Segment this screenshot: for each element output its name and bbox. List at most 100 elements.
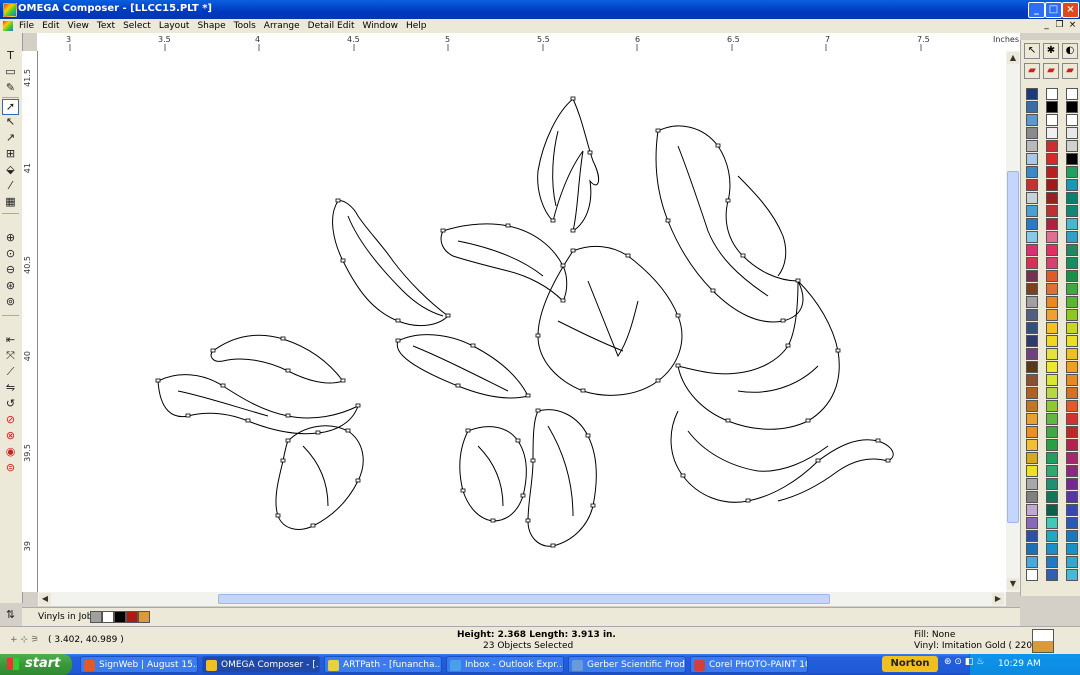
palette-swatch[interactable]: [1046, 88, 1058, 100]
text-tool-icon[interactable]: T: [3, 49, 18, 63]
palette-swatch[interactable]: [1026, 491, 1038, 503]
vinyl-swatch[interactable]: [138, 611, 150, 623]
grid-tool-icon[interactable]: ▦: [3, 195, 18, 209]
palette-swatch[interactable]: [1066, 387, 1078, 399]
doc-restore-icon[interactable]: ❐: [1054, 20, 1065, 31]
palette-swatch[interactable]: [1066, 517, 1078, 529]
palette-swatch[interactable]: [1026, 530, 1038, 542]
eyedropper-tool-icon[interactable]: ⁄: [3, 179, 18, 193]
palette-swatch[interactable]: [1026, 335, 1038, 347]
scroll-left-icon[interactable]: ◀: [39, 593, 51, 605]
palette-swatch[interactable]: [1026, 296, 1038, 308]
taskbar-button[interactable]: Corel PHOTO-PAINT 10: [690, 656, 808, 673]
scroll-up-icon[interactable]: ▲: [1007, 52, 1019, 64]
palette-swatch[interactable]: [1026, 361, 1038, 373]
palette-swatch[interactable]: [1026, 101, 1038, 113]
start-button[interactable]: start: [0, 654, 72, 675]
doc-close-icon[interactable]: ×: [1067, 20, 1078, 31]
palette-swatch[interactable]: [1066, 400, 1078, 412]
palette-swatch[interactable]: [1066, 114, 1078, 126]
palette-swatch[interactable]: [1066, 205, 1078, 217]
zoom-fit-icon[interactable]: ⊛: [3, 279, 18, 293]
palette-swatch[interactable]: [1046, 478, 1058, 490]
palette-swatch[interactable]: [1026, 257, 1038, 269]
horizontal-scroll-thumb[interactable]: [218, 594, 830, 604]
mirror-tool-icon[interactable]: ⇋: [3, 381, 18, 395]
palette-swatch[interactable]: [1066, 140, 1078, 152]
palette-swatch[interactable]: [1026, 309, 1038, 321]
palette-swatch[interactable]: [1046, 192, 1058, 204]
palette-swatch[interactable]: [1066, 127, 1078, 139]
palette-swatch[interactable]: [1046, 569, 1058, 581]
palette-swatch[interactable]: [1026, 218, 1038, 230]
vertical-scroll-thumb[interactable]: [1007, 171, 1019, 523]
rectangle-tool-icon[interactable]: ▭: [3, 65, 18, 79]
palette-swatch[interactable]: [1046, 153, 1058, 165]
palette-swatch[interactable]: [1046, 413, 1058, 425]
palette-swatch[interactable]: [1046, 452, 1058, 464]
menu-tools[interactable]: Tools: [230, 19, 260, 33]
refresh-icon[interactable]: ⇅: [3, 608, 18, 622]
offset-tool-icon[interactable]: ◉: [3, 445, 18, 459]
vinyl-swatch[interactable]: [102, 611, 114, 623]
palette-swatch[interactable]: [1046, 465, 1058, 477]
palette-swatch[interactable]: [1026, 348, 1038, 360]
palette-swatch[interactable]: [1046, 556, 1058, 568]
palette-swatch[interactable]: [1046, 257, 1058, 269]
palette-swatch[interactable]: [1066, 231, 1078, 243]
palette-swatch[interactable]: [1066, 426, 1078, 438]
pencil-tool-icon[interactable]: ✎: [3, 81, 18, 95]
palette-swatch[interactable]: [1026, 322, 1038, 334]
palette-swatch[interactable]: [1066, 439, 1078, 451]
weld-tool-icon[interactable]: ⊘: [3, 413, 18, 427]
palette-swatch[interactable]: [1046, 140, 1058, 152]
palette-swatch[interactable]: [1026, 543, 1038, 555]
taskbar-button[interactable]: Gerber Scientific Prod...: [568, 656, 686, 673]
palette-gear-icon[interactable]: ✱: [1043, 43, 1059, 59]
menu-help[interactable]: Help: [402, 19, 431, 33]
palette-swatch[interactable]: [1046, 543, 1058, 555]
scroll-right-icon[interactable]: ▶: [992, 593, 1004, 605]
palette-swatch[interactable]: [1046, 166, 1058, 178]
tray-icons[interactable]: ⊛ ⊙ ◧ ♨: [944, 657, 984, 667]
taskbar-button[interactable]: SignWeb | August 15...: [80, 656, 198, 673]
fill-preview-swatch[interactable]: [1032, 629, 1054, 653]
palette-swatch[interactable]: [1026, 270, 1038, 282]
palette-swatch[interactable]: [1026, 192, 1038, 204]
palette-swatch[interactable]: [1046, 244, 1058, 256]
palette-swatch[interactable]: [1066, 283, 1078, 295]
palette-swatch[interactable]: [1066, 153, 1078, 165]
vinyl-swatch[interactable]: [126, 611, 138, 623]
palette-swatch[interactable]: [1066, 218, 1078, 230]
palette-swatch[interactable]: [1026, 400, 1038, 412]
palette-swatch[interactable]: [1066, 322, 1078, 334]
palette-swatch-icon[interactable]: ▰: [1043, 63, 1059, 79]
drawing-canvas[interactable]: [38, 51, 1006, 592]
palette-swatch[interactable]: [1026, 231, 1038, 243]
palette-swatch[interactable]: [1066, 309, 1078, 321]
document-icon[interactable]: [3, 21, 13, 31]
doc-minimize-icon[interactable]: _: [1041, 20, 1052, 31]
palette-swatch[interactable]: [1066, 374, 1078, 386]
menu-shape[interactable]: Shape: [193, 19, 229, 33]
contour-tool-icon[interactable]: ⊗: [3, 429, 18, 443]
frame-tool-icon[interactable]: ⊞: [3, 147, 18, 161]
palette-swatch[interactable]: [1066, 192, 1078, 204]
palette-swatch[interactable]: [1026, 504, 1038, 516]
clock[interactable]: 10:29 AM: [998, 659, 1041, 669]
palette-swatch[interactable]: [1026, 426, 1038, 438]
select-tool-icon[interactable]: ➚: [2, 99, 19, 115]
zoom-out-icon[interactable]: ⊖: [3, 263, 18, 277]
menu-arrange[interactable]: Arrange: [260, 19, 304, 33]
palette-swatch[interactable]: [1026, 153, 1038, 165]
menu-edit[interactable]: Edit: [38, 19, 63, 33]
menu-window[interactable]: Window: [358, 19, 402, 33]
palette-swatch[interactable]: [1046, 374, 1058, 386]
app-icon[interactable]: [3, 3, 17, 17]
maximize-button[interactable]: □: [1045, 2, 1062, 18]
vinyl-swatch[interactable]: [114, 611, 126, 623]
palette-swatch[interactable]: [1026, 517, 1038, 529]
palette-swatch[interactable]: [1026, 556, 1038, 568]
palette-swatch[interactable]: [1066, 296, 1078, 308]
palette-swatch[interactable]: [1066, 465, 1078, 477]
